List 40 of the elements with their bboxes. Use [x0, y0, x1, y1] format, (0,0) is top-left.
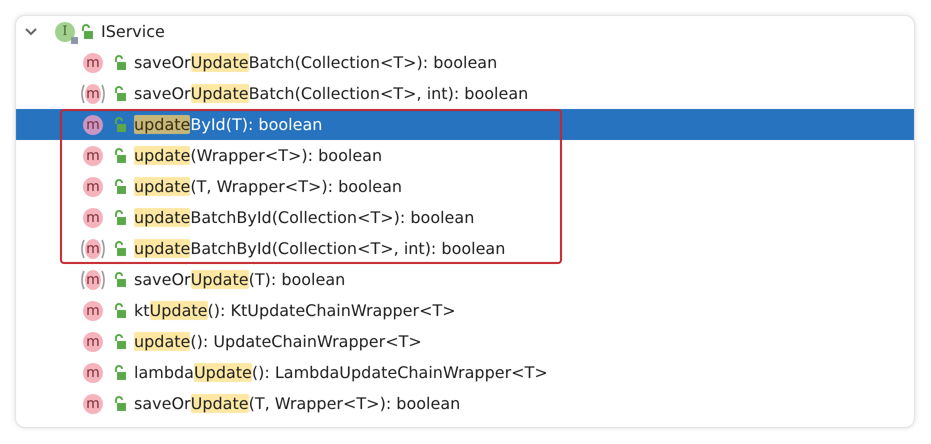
lock-icon	[114, 210, 126, 226]
method-item[interactable]: m saveOrUpdate(T): boolean	[16, 264, 914, 295]
method-item[interactable]: m updateBatchById(Collection<T>, int): boolean	[16, 233, 914, 264]
method-item[interactable]: m ktUpdate(): KtUpdateChainWrapper<T>	[16, 295, 914, 326]
lock-icon	[114, 334, 126, 350]
method-item[interactable]: m saveOrUpdateBatch(Collection<T>, int): boolean	[16, 78, 914, 109]
method-signature: update(T, Wrapper<T>): boolean	[134, 177, 402, 196]
lock-icon	[114, 54, 126, 70]
method-item[interactable]: m updateById(T): boolean	[16, 109, 914, 140]
method-signature: ktUpdate(): KtUpdateChainWrapper<T>	[134, 301, 456, 320]
method-item[interactable]: m updateBatchById(Collection<T>): boolean	[16, 202, 914, 233]
chevron-icon[interactable]	[24, 26, 38, 36]
lock-icon	[114, 272, 126, 288]
method-signature: update(Wrapper<T>): boolean	[134, 146, 382, 165]
method-item[interactable]: m saveOrUpdateBatch(Collection<T>): boolean	[16, 47, 914, 78]
lock-icon	[114, 86, 126, 102]
method-signature: updateBatchById(Collection<T>): boolean	[134, 208, 474, 227]
method-item[interactable]: m update(): UpdateChainWrapper<T>	[16, 326, 914, 357]
lock-icon	[114, 302, 126, 318]
method-signature: updateById(T): boolean	[134, 115, 322, 134]
lock-icon	[114, 178, 126, 194]
lock-icon	[114, 396, 126, 412]
method-signature: updateBatchById(Collection<T>, int): boolean	[134, 239, 506, 258]
lock-icon	[114, 116, 126, 132]
method-item[interactable]: m update(Wrapper<T>): boolean	[16, 140, 914, 171]
method-signature: saveOrUpdateBatch(Collection<T>, int): boolean	[134, 84, 528, 103]
method-item[interactable]: m update(T, Wrapper<T>): boolean	[16, 171, 914, 202]
interface-name: IService	[101, 22, 165, 41]
method-signature: lambdaUpdate(): LambdaUpdateChainWrapper<T>	[134, 363, 548, 382]
method-signature: saveOrUpdate(T, Wrapper<T>): boolean	[134, 394, 460, 413]
method-signature: saveOrUpdate(T): boolean	[134, 270, 346, 289]
lock-icon	[114, 364, 126, 380]
lock-icon	[114, 148, 126, 164]
lock-icon	[81, 24, 93, 40]
method-item[interactable]: m saveOrUpdate(T, Wrapper<T>): boolean	[16, 388, 914, 419]
method-item[interactable]: m lambdaUpdate(): LambdaUpdateChainWrapper<T>	[16, 357, 914, 388]
method-signature: update(): UpdateChainWrapper<T>	[134, 332, 422, 351]
lock-icon	[114, 240, 126, 256]
method-signature: saveOrUpdateBatch(Collection<T>): boolean	[134, 53, 498, 72]
interface-icon: I	[55, 22, 75, 42]
